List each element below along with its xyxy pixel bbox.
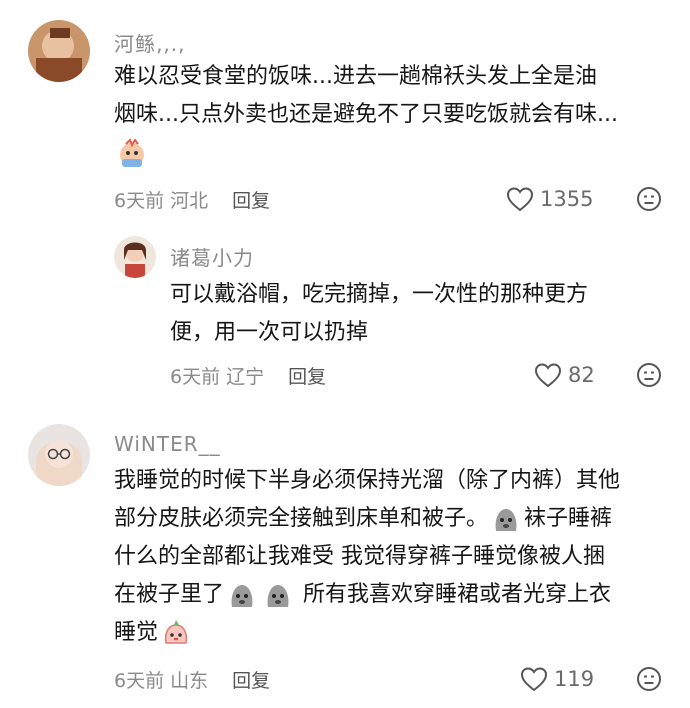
dislike-face-icon[interactable] <box>636 362 662 388</box>
dislike-face-icon[interactable] <box>636 186 662 212</box>
comment-date: 6天前 <box>170 366 221 388</box>
comment-date: 6天前 <box>114 670 165 692</box>
username[interactable]: 诸葛小力 <box>170 242 254 271</box>
gray-blob-emoji-icon <box>495 509 517 531</box>
like-count: 119 <box>554 667 595 691</box>
gray-blob-emoji-icon <box>231 585 253 607</box>
peach-face-emoji-icon <box>164 620 188 644</box>
comment-text-segment: 在被子里了 <box>114 582 225 607</box>
like-button[interactable]: 119 <box>520 666 594 692</box>
comment-text-line: 部分皮肤必须完全接触到床单和被子。 袜子睡裤 <box>114 500 680 538</box>
username[interactable]: 河鲧‚,., <box>114 28 185 57</box>
comment-text-line: 难以忍受食堂的饭味...进去一趟棉袄头发上全是油 <box>114 64 597 89</box>
comment-meta: 6天前 河北 回复 <box>114 186 270 213</box>
reply-button[interactable]: 回复 <box>232 666 270 693</box>
like-button[interactable]: 82 <box>534 362 595 388</box>
username[interactable]: WiNTER__ <box>114 432 221 456</box>
comment-location: 山东 <box>170 670 209 692</box>
comment-text-segment: 睡觉 <box>114 620 159 645</box>
comment-meta: 6天前 山东 回复 <box>114 666 270 693</box>
crying-emoji-icon <box>120 138 144 167</box>
comment-text: 我睡觉的时候下半身必须保持光溜（除了内裤）其他 部分皮肤必须完全接触到床单和被子… <box>114 462 680 652</box>
avatar[interactable] <box>28 20 90 82</box>
heart-icon <box>520 667 548 692</box>
comment-text-segment: 部分皮肤必须完全接触到床单和被子。 <box>114 506 489 531</box>
heart-icon <box>534 363 562 388</box>
reply-button[interactable]: 回复 <box>232 186 270 213</box>
heart-icon <box>506 187 534 212</box>
comment-location: 辽宁 <box>226 366 265 388</box>
comment-text-line: 什么的全部都让我难受 我觉得穿裤子睡觉像被人捆 <box>114 544 605 569</box>
comment-text-segment: 袜子睡裤 <box>524 506 613 531</box>
comment-text: 可以戴浴帽，吃完摘掉，一次性的那种更方 便，用一次可以扔掉 <box>170 276 670 352</box>
comment-text-segment: 所有我喜欢穿睡裙或者光穿上衣 <box>303 582 612 607</box>
comment-text-line: 烟味...只点外卖也还是避免不了只要吃饭就会有味... <box>114 102 618 127</box>
like-count: 1355 <box>540 187 594 211</box>
like-button[interactable]: 1355 <box>506 186 593 212</box>
emoji-line <box>114 134 674 174</box>
comment-text-line: 在被子里了 所有我喜欢穿睡裙或者光穿上衣 <box>114 576 680 614</box>
comment-date: 6天前 <box>114 190 165 212</box>
avatar[interactable] <box>114 236 156 278</box>
like-count: 82 <box>568 363 595 387</box>
dislike-face-icon[interactable] <box>636 666 662 692</box>
comment-text-line: 可以戴浴帽，吃完摘掉，一次性的那种更方 <box>170 282 589 307</box>
comment-text-line: 我睡觉的时候下半身必须保持光溜（除了内裤）其他 <box>114 468 621 493</box>
avatar[interactable] <box>28 424 90 486</box>
comment-text: 难以忍受食堂的饭味...进去一趟棉袄头发上全是油 烟味...只点外卖也还是避免不… <box>114 58 674 174</box>
comment-location: 河北 <box>170 190 209 212</box>
comment-text-line: 便，用一次可以扔掉 <box>170 320 369 345</box>
reply-button[interactable]: 回复 <box>288 362 326 389</box>
gray-blob-emoji-icon <box>267 585 289 607</box>
comment-meta: 6天前 辽宁 回复 <box>170 362 326 389</box>
comment-text-line: 睡觉 <box>114 614 680 652</box>
